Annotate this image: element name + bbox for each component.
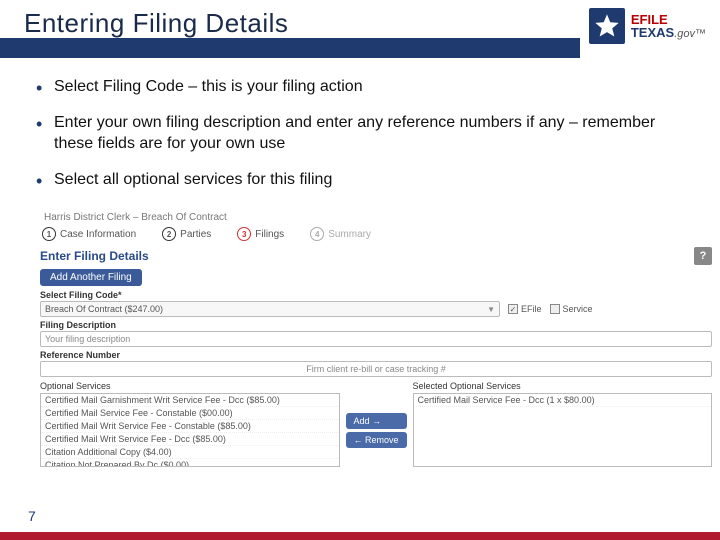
step-case-info[interactable]: 1Case Information	[42, 227, 136, 241]
list-item: Certified Mail Service Fee - Constable (…	[41, 407, 339, 420]
selected-services-label: Selected Optional Services	[413, 381, 713, 391]
remove-service-button[interactable]: ← Remove	[346, 432, 407, 448]
optional-services-label: Optional Services	[40, 381, 340, 391]
section-title: Enter Filing Details	[40, 249, 149, 263]
breadcrumb: Harris District Clerk – Breach Of Contra…	[40, 212, 712, 223]
filing-code-label: Select Filing Code*	[40, 290, 712, 300]
list-item: Certified Mail Garnishment Writ Service …	[41, 394, 339, 407]
list-item: Citation Additional Copy ($4.00)	[41, 446, 339, 459]
service-checkbox[interactable]: Service	[550, 304, 593, 314]
list-item: Certified Mail Writ Service Fee - Dcc ($…	[41, 433, 339, 446]
step-filings[interactable]: 3Filings	[237, 227, 284, 241]
reference-number-label: Reference Number	[40, 350, 712, 360]
star-icon	[589, 8, 625, 44]
bullet-item: Select all optional services for this fi…	[36, 169, 692, 191]
reference-number-input[interactable]: Firm client re-bill or case tracking #	[40, 361, 712, 377]
step-parties[interactable]: 2Parties	[162, 227, 211, 241]
efile-checkbox[interactable]: ✓EFile	[508, 304, 542, 314]
help-icon[interactable]: ?	[694, 247, 712, 265]
step-summary[interactable]: 4Summary	[310, 227, 371, 241]
bullet-list: Select Filing Code – this is your filing…	[0, 58, 720, 210]
filing-description-label: Filing Description	[40, 320, 712, 330]
optional-services-list[interactable]: Certified Mail Garnishment Writ Service …	[40, 393, 340, 467]
logo-text: EFILE TEXAS.gov™	[631, 13, 706, 40]
header-bar	[0, 38, 580, 58]
wizard-steps: 1Case Information 2Parties 3Filings 4Sum…	[40, 227, 712, 241]
add-another-filing-button[interactable]: Add Another Filing	[40, 269, 142, 286]
footer-bar	[0, 532, 720, 540]
chevron-down-icon: ▼	[487, 305, 495, 314]
embedded-screenshot: Harris District Clerk – Breach Of Contra…	[40, 212, 712, 467]
add-service-button[interactable]: Add →	[346, 413, 407, 429]
selected-services-list[interactable]: Certified Mail Service Fee - Dcc (1 x $8…	[413, 393, 713, 467]
efile-texas-logo: EFILE TEXAS.gov™	[589, 8, 706, 44]
list-item: Certified Mail Writ Service Fee - Consta…	[41, 420, 339, 433]
page-number: 7	[22, 506, 42, 526]
filing-description-input[interactable]: Your filing description	[40, 331, 712, 347]
filing-code-select[interactable]: Breach Of Contract ($247.00)▼	[40, 301, 500, 317]
bullet-item: Select Filing Code – this is your filing…	[36, 76, 692, 98]
list-item: Certified Mail Service Fee - Dcc (1 x $8…	[414, 394, 712, 407]
bullet-item: Enter your own filing description and en…	[36, 112, 692, 155]
list-item: Citation Not Prepared By Dc ($0.00)	[41, 459, 339, 467]
slide-header: Entering Filing Details EFILE TEXAS.gov™	[0, 0, 720, 58]
